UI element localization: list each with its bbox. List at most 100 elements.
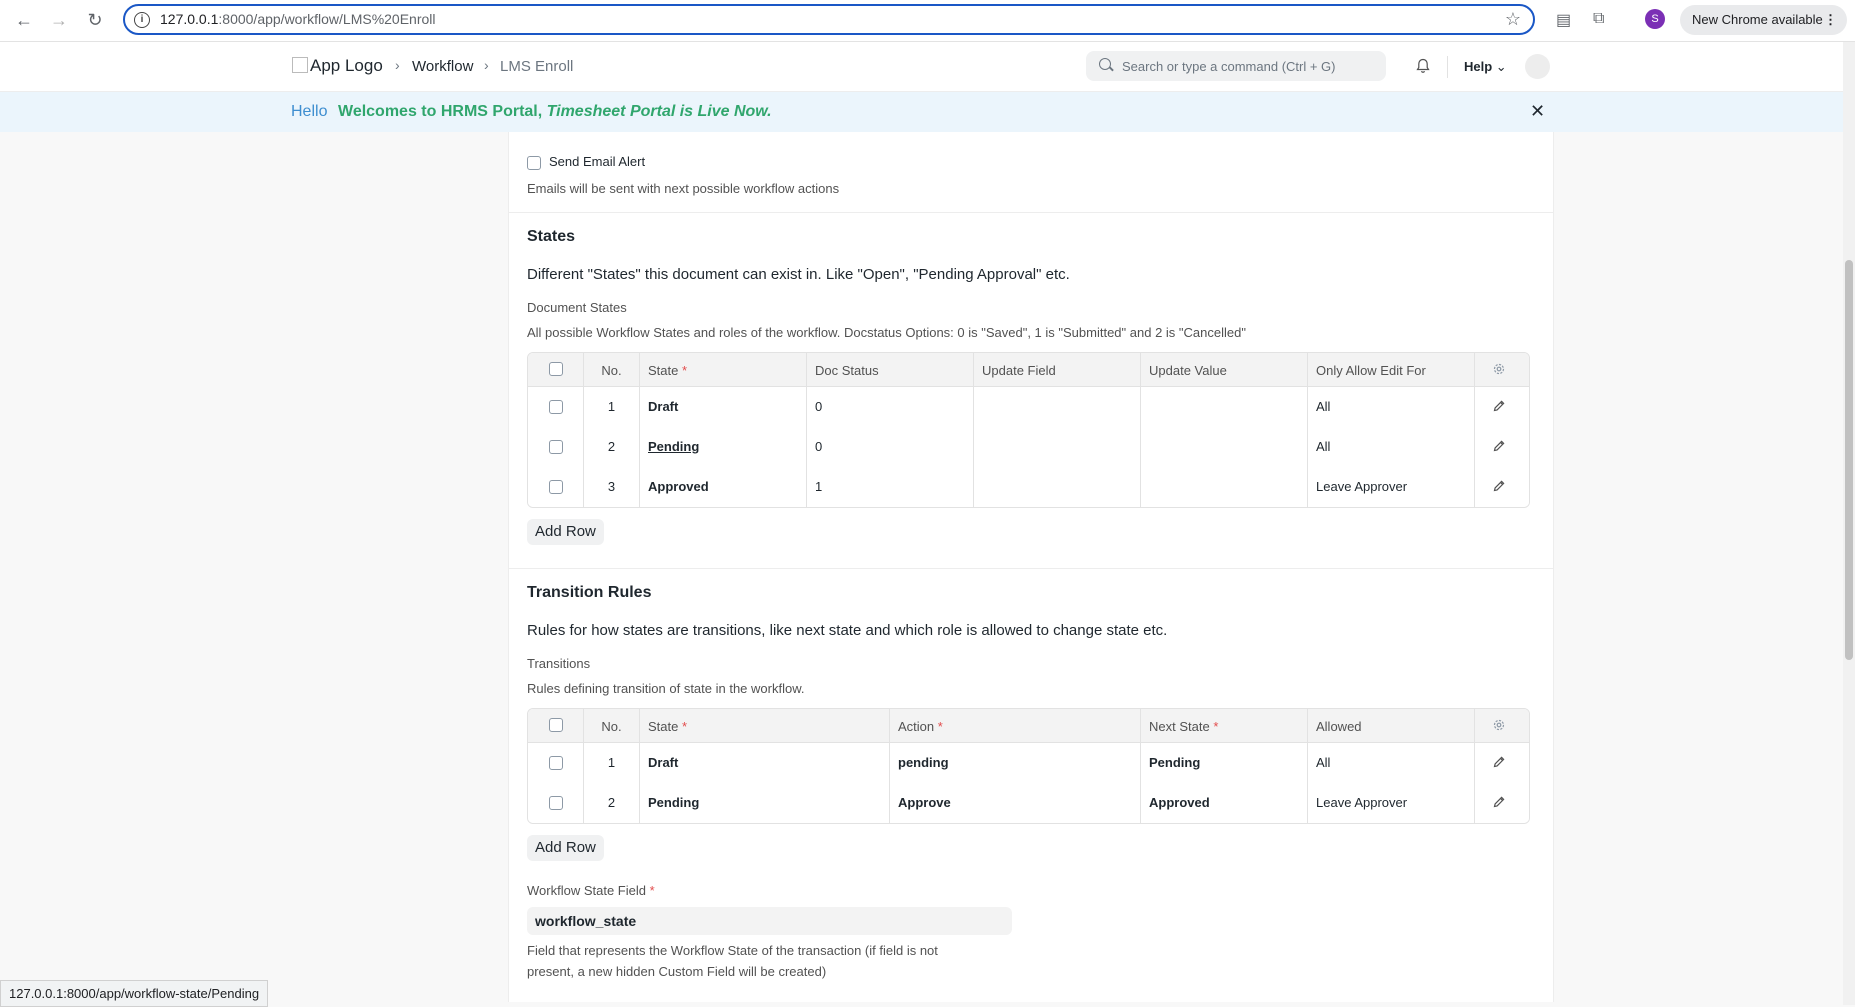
address-bar[interactable]: i 127.0.0.1:8000/app/workflow/LMS%20Enro… [123,4,1535,35]
allow-edit-cell[interactable]: All [1308,427,1475,467]
app-logo[interactable]: App Logo [292,56,383,76]
row-checkbox[interactable] [549,756,563,770]
column-header-state: State * [640,353,807,386]
transitions-add-row-button[interactable]: Add Row [527,835,604,861]
workflow-form: Send Email Alert Emails will be sent wit… [508,132,1554,1002]
forward-arrow-icon[interactable]: → [48,9,70,31]
site-info-icon[interactable]: i [134,12,150,28]
column-header-action: Action * [890,709,1141,742]
column-header-update-value: Update Value [1141,353,1308,386]
row-edit-cell[interactable] [1475,427,1529,467]
transition-rules-section-title[interactable]: Transition Rules [527,584,651,602]
update-field-cell[interactable] [974,467,1141,507]
send-email-alert-checkbox[interactable] [527,156,541,170]
edit-pencil-icon[interactable] [1492,755,1506,769]
column-header-only-allow-edit-for: Only Allow Edit For [1308,353,1475,386]
state-cell[interactable]: Draft [640,387,807,427]
table-row[interactable]: 2 Pending 0 All [528,427,1529,468]
reload-icon[interactable]: ↻ [84,9,106,31]
new-chrome-available-button[interactable]: New Chrome available ⋮ [1680,5,1847,35]
chevron-right-icon: › [395,57,400,73]
awesomebar-search-input[interactable]: Search or type a command (Ctrl + G) [1086,51,1386,81]
edit-pencil-icon[interactable] [1492,439,1506,453]
update-field-cell[interactable] [974,387,1141,427]
doc-status-cell[interactable]: 0 [807,387,974,427]
row-checkbox[interactable] [549,480,563,494]
states-section-title[interactable]: States [527,228,575,246]
select-all-checkbox[interactable] [549,718,563,732]
edit-pencil-icon[interactable] [1492,795,1506,809]
allow-edit-cell[interactable]: Leave Approver [1308,467,1475,507]
breadcrumb-lms-enroll[interactable]: LMS Enroll [500,58,573,75]
user-avatar[interactable] [1525,54,1550,79]
doc-status-cell[interactable]: 1 [807,467,974,507]
page-scrollbar-thumb[interactable] [1845,260,1853,660]
edit-pencil-icon[interactable] [1492,399,1506,413]
send-email-alert-description: Emails will be sent with next possible w… [527,181,840,196]
send-email-alert-label[interactable]: Send Email Alert [549,154,645,169]
transitions-description: Rules defining transition of state in th… [527,681,805,696]
state-link[interactable]: Pending [648,439,699,454]
allowed-cell[interactable]: Leave Approver [1308,783,1475,823]
next-state-cell[interactable]: Approved [1141,783,1308,823]
profile-avatar[interactable]: S [1645,9,1665,29]
state-cell[interactable]: Pending [640,427,807,467]
row-checkbox[interactable] [549,440,563,454]
table-row[interactable]: 1 Draft pending Pending All [528,743,1529,784]
table-row[interactable]: 1 Draft 0 All [528,387,1529,428]
allowed-cell[interactable]: All [1308,743,1475,783]
kebab-menu-icon[interactable]: ⋮ [1824,5,1837,35]
transitions-table: No. State * Action * Next State * Allowe… [527,708,1530,824]
states-add-row-button[interactable]: Add Row [527,519,604,545]
row-no-cell: 2 [584,427,640,467]
banner-hello: Hello [291,103,328,120]
gear-icon[interactable] [1492,718,1506,732]
search-icon [1099,58,1111,70]
row-edit-cell[interactable] [1475,783,1529,823]
select-all-checkbox[interactable] [549,362,563,376]
back-arrow-icon[interactable]: ← [13,9,35,31]
doc-status-cell[interactable]: 0 [807,427,974,467]
update-value-cell[interactable] [1141,427,1308,467]
state-cell[interactable]: Draft [640,743,890,783]
allow-edit-cell[interactable]: All [1308,387,1475,427]
status-bar-url: 127.0.0.1:8000/app/workflow-state/Pendin… [0,980,269,1007]
action-cell[interactable]: Approve [890,783,1141,823]
row-edit-cell[interactable] [1475,743,1529,783]
row-select-cell [528,783,584,823]
column-settings-cell[interactable] [1475,353,1529,386]
next-state-cell[interactable]: Pending [1141,743,1308,783]
state-cell[interactable]: Approved [640,467,807,507]
row-edit-cell[interactable] [1475,387,1529,427]
action-cell[interactable]: pending [890,743,1141,783]
workflow-state-field-input[interactable]: workflow_state [527,907,1012,935]
extension-icon[interactable]: ▤ [1556,10,1571,30]
state-cell[interactable]: Pending [640,783,890,823]
banner-message-italic: Timesheet Portal is Live Now. [546,103,772,120]
select-all-cell [528,709,584,742]
gear-icon[interactable] [1492,362,1506,376]
bookmark-star-icon[interactable]: ☆ [1505,9,1521,30]
workflow-state-field-description-line1: Field that represents the Workflow State… [527,943,938,958]
close-icon[interactable]: ✕ [1530,101,1545,122]
help-dropdown[interactable]: Help ⌄ [1464,59,1507,75]
table-row[interactable]: 2 Pending Approve Approved Leave Approve… [528,783,1529,823]
breadcrumb-workflow[interactable]: Workflow [412,58,473,75]
puzzle-icon[interactable]: ⧉ [1593,10,1604,28]
bell-icon[interactable] [1416,58,1430,74]
row-checkbox[interactable] [549,796,563,810]
update-value-cell[interactable] [1141,467,1308,507]
url-text[interactable]: 127.0.0.1:8000/app/workflow/LMS%20Enroll [160,11,436,27]
column-settings-cell[interactable] [1475,709,1529,742]
edit-pencil-icon[interactable] [1492,479,1506,493]
banner-message-bold: Welcomes to HRMS Portal, [338,103,543,120]
update-value-cell[interactable] [1141,387,1308,427]
banner-message: Welcomes to HRMS Portal, Timesheet Porta… [338,103,772,121]
table-header: No. State * Doc Status Update Field Upda… [528,353,1529,387]
row-checkbox[interactable] [549,400,563,414]
update-field-cell[interactable] [974,427,1141,467]
row-edit-cell[interactable] [1475,467,1529,507]
table-row[interactable]: 3 Approved 1 Leave Approver [528,467,1529,507]
table-header: No. State * Action * Next State * Allowe… [528,709,1529,743]
broken-image-icon [292,57,308,73]
